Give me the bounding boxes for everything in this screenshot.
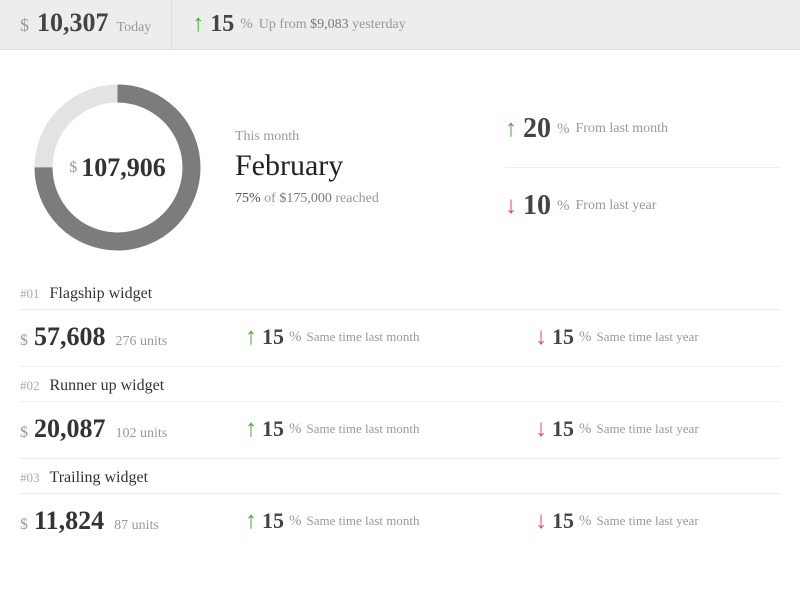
product-head: #01 Flagship widget <box>20 285 780 310</box>
stat-vs-last-month: ↑ 20 % From last month <box>505 91 780 167</box>
today-label: Today <box>117 2 152 36</box>
arrow-down-icon: ↓ <box>505 193 517 220</box>
product-monthly-change: ↑15%Same time last month <box>245 416 535 443</box>
product-row: $57,608 276 units ↑15%Same time last month… <box>20 310 780 366</box>
donut-center: $ 107,906 <box>30 80 205 255</box>
month-info: This month February 75% of $175,000 reac… <box>235 129 475 207</box>
product-units: 276 units <box>116 334 168 350</box>
product-units: 102 units <box>116 426 168 442</box>
arrow-up-icon: ↑ <box>192 11 204 38</box>
product-revenue: $20,087 102 units <box>20 414 245 444</box>
product-head: #02 Runner up widget <box>20 377 780 402</box>
arrow-up-icon: ↑ <box>505 116 517 143</box>
today-change: ↑ 15 % Up from $9,083 yesterday <box>172 11 425 38</box>
today-change-pct: 15 <box>210 11 234 38</box>
percent-sign: % <box>240 16 253 33</box>
product-row: $20,087 102 units ↑15%Same time last month… <box>20 402 780 458</box>
dollar-sign: $ <box>20 3 29 36</box>
arrow-up-icon: ↑ <box>245 416 257 443</box>
product-item: #02 Runner up widget $20,087 102 units ↑15%S… <box>20 366 780 458</box>
month-amount: 107,906 <box>81 153 166 183</box>
month-hero: $ 107,906 This month February 75% of $17… <box>0 50 800 275</box>
product-list: #01 Flagship widget $57,608 276 units ↑15%Sa… <box>0 275 800 550</box>
dollar-sign: $ <box>20 332 28 350</box>
arrow-down-icon: ↓ <box>535 416 547 443</box>
product-item: #03 Trailing widget $11,824 87 units ↑15%Sam… <box>20 458 780 550</box>
product-name: Flagship widget <box>50 285 153 303</box>
stat-vs-last-year: ↓ 10 % From last year <box>505 167 780 244</box>
product-yearly-change: ↓15%Same time last year <box>535 416 780 443</box>
product-name: Runner up widget <box>50 377 165 395</box>
arrow-down-icon: ↓ <box>535 324 547 351</box>
today-summary: $ 10,307 Today <box>0 0 172 49</box>
dollar-sign: $ <box>20 424 28 442</box>
product-amount: 11,824 <box>34 506 104 536</box>
product-rank: #02 <box>20 378 40 394</box>
product-monthly-change: ↑15%Same time last month <box>245 508 535 535</box>
month-goal: 75% of $175,000 reached <box>235 191 475 207</box>
topbar: $ 10,307 Today ↑ 15 % Up from $9,083 yes… <box>0 0 800 50</box>
goal-donut: $ 107,906 <box>30 80 205 255</box>
product-name: Trailing widget <box>50 469 149 487</box>
product-yearly-change: ↓15%Same time last year <box>535 508 780 535</box>
today-change-desc: Up from $9,083 yesterday <box>259 17 406 33</box>
month-name: February <box>235 149 475 183</box>
product-row: $11,824 87 units ↑15%Same time last month↓… <box>20 494 780 550</box>
product-rank: #01 <box>20 286 40 302</box>
product-revenue: $57,608 276 units <box>20 322 245 352</box>
product-amount: 20,087 <box>34 414 106 444</box>
month-stats: ↑ 20 % From last month ↓ 10 % From last … <box>505 91 780 244</box>
product-amount: 57,608 <box>34 322 106 352</box>
dollar-sign: $ <box>20 516 28 534</box>
product-units: 87 units <box>114 518 159 534</box>
arrow-up-icon: ↑ <box>245 324 257 351</box>
product-yearly-change: ↓15%Same time last year <box>535 324 780 351</box>
product-rank: #03 <box>20 470 40 486</box>
product-head: #03 Trailing widget <box>20 469 780 494</box>
arrow-down-icon: ↓ <box>535 508 547 535</box>
product-item: #01 Flagship widget $57,608 276 units ↑15%Sa… <box>20 275 780 366</box>
product-revenue: $11,824 87 units <box>20 506 245 536</box>
dollar-sign: $ <box>69 159 77 177</box>
today-amount: 10,307 <box>37 0 109 38</box>
arrow-up-icon: ↑ <box>245 508 257 535</box>
product-monthly-change: ↑15%Same time last month <box>245 324 535 351</box>
month-label: This month <box>235 129 475 145</box>
